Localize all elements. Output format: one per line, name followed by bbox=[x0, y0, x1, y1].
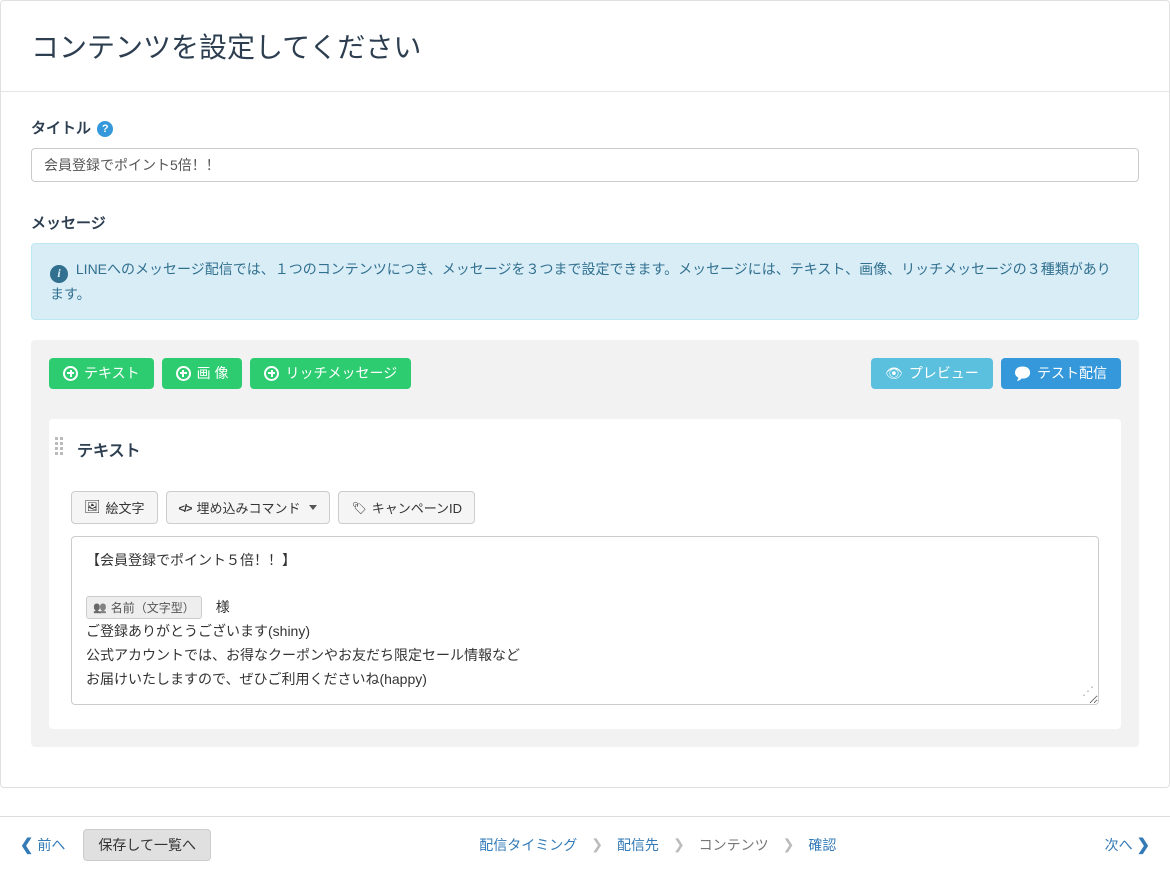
campaign-id-button[interactable]: キャンペーンID bbox=[338, 491, 475, 524]
chevron-right-icon: ❯ bbox=[591, 836, 603, 853]
add-rich-button[interactable]: リッチメッセージ bbox=[250, 358, 411, 389]
title-input[interactable] bbox=[31, 148, 1139, 182]
plus-icon bbox=[63, 366, 78, 381]
add-text-button[interactable]: テキスト bbox=[49, 358, 154, 389]
chevron-right-icon: ❯ bbox=[783, 836, 795, 853]
test-send-button[interactable]: テスト配信 bbox=[1001, 358, 1121, 389]
msg-line: 名前（文字型） 様 bbox=[86, 596, 1084, 620]
chat-icon bbox=[1015, 365, 1031, 382]
message-label: メッセージ bbox=[31, 212, 1139, 233]
code-icon bbox=[179, 500, 192, 515]
eye-icon bbox=[885, 365, 903, 382]
msg-line: ご登録ありがとうございます(shiny) bbox=[86, 620, 1084, 644]
msg-line bbox=[86, 573, 1084, 597]
people-icon bbox=[93, 597, 107, 618]
image-icon bbox=[84, 499, 101, 515]
text-message-card: テキスト 絵文字 埋め込みコマンド キャン bbox=[49, 419, 1121, 729]
step-target[interactable]: 配信先 bbox=[617, 835, 659, 855]
next-button[interactable]: 次へ ❯ bbox=[1105, 835, 1150, 855]
step-timing[interactable]: 配信タイミング bbox=[479, 835, 577, 855]
msg-line: お届けいたしますので、ぜひご利用くださいね(happy) bbox=[86, 668, 1084, 692]
footer-bar: ❮ 前へ 保存して一覧へ 配信タイミング ❯ 配信先 ❯ コンテンツ ❯ 確認 … bbox=[0, 816, 1170, 873]
plus-icon bbox=[264, 366, 279, 381]
msg-line: 公式アカウントでは、お得なクーポンやお友だち限定セール情報など bbox=[86, 644, 1084, 668]
editor-area: テキスト 画 像 リッチメッセージ プレビュー bbox=[31, 340, 1139, 747]
chevron-down-icon bbox=[309, 505, 317, 510]
variable-chip[interactable]: 名前（文字型） bbox=[86, 596, 202, 619]
save-and-list-button[interactable]: 保存して一覧へ bbox=[83, 829, 211, 862]
text-toolbar: 絵文字 埋め込みコマンド キャンペーンID bbox=[71, 491, 1099, 524]
info-text: LINEへのメッセージ配信では、１つのコンテンツにつき、メッセージを３つまで設定… bbox=[50, 261, 1111, 302]
add-image-button[interactable]: 画 像 bbox=[162, 358, 243, 389]
msg-line: 【会員登録でポイント５倍！！】 bbox=[86, 549, 1084, 573]
page-title: コンテンツを設定してください bbox=[31, 26, 1139, 66]
message-textarea[interactable]: 【会員登録でポイント５倍！！】 名前（文字型） 様 ご登録ありがとうございます(… bbox=[71, 536, 1099, 705]
step-breadcrumb: 配信タイミング ❯ 配信先 ❯ コンテンツ ❯ 確認 bbox=[479, 835, 836, 855]
tag-icon bbox=[351, 500, 366, 515]
help-icon[interactable]: ? bbox=[97, 121, 113, 137]
embed-command-button[interactable]: 埋め込みコマンド bbox=[166, 491, 331, 524]
plus-icon bbox=[176, 366, 191, 381]
panel-header: コンテンツを設定してください bbox=[1, 1, 1169, 92]
preview-button[interactable]: プレビュー bbox=[871, 358, 993, 389]
prev-button[interactable]: ❮ 前へ bbox=[20, 835, 65, 855]
chevron-right-icon: ❯ bbox=[1137, 835, 1150, 855]
info-box: i LINEへのメッセージ配信では、１つのコンテンツにつき、メッセージを３つまで… bbox=[31, 243, 1139, 320]
drag-handle-icon[interactable] bbox=[55, 437, 63, 455]
card-title: テキスト bbox=[77, 437, 1099, 461]
chevron-right-icon: ❯ bbox=[673, 836, 685, 853]
content-panel: コンテンツを設定してください タイトル ? メッセージ i LINEへのメッセー… bbox=[0, 0, 1170, 788]
chevron-left-icon: ❮ bbox=[20, 835, 33, 855]
step-content: コンテンツ bbox=[699, 835, 769, 855]
emoji-button[interactable]: 絵文字 bbox=[71, 491, 158, 524]
info-icon: i bbox=[50, 265, 68, 283]
title-label: タイトル ? bbox=[31, 117, 1139, 138]
add-toolbar: テキスト 画 像 リッチメッセージ プレビュー bbox=[49, 358, 1121, 389]
step-confirm[interactable]: 確認 bbox=[808, 835, 836, 855]
